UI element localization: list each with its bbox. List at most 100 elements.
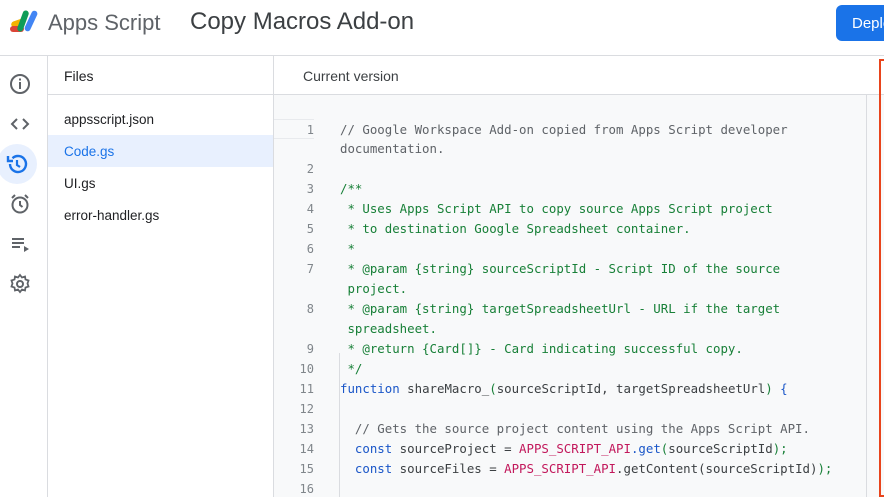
- line-number: 1: [306, 123, 314, 137]
- code-line: 6 *: [274, 239, 355, 259]
- code-line: 1 // Google Workspace Add-on copied from …: [274, 119, 788, 139]
- settings-icon[interactable]: [4, 268, 36, 300]
- code-line: 11 function shareMacro_(sourceScriptId, t…: [274, 379, 788, 399]
- code-token: * Uses Apps Script API to copy source Ap…: [340, 201, 773, 216]
- line-text: */: [340, 359, 362, 379]
- code-token: sourceFiles =: [392, 461, 505, 476]
- line-number: 7: [306, 262, 314, 276]
- line-text: *: [340, 239, 355, 259]
- code-line: 7 * @param {string} sourceScriptId - Scr…: [274, 259, 780, 279]
- code-token: shareMacro_: [399, 381, 490, 396]
- code-token: *: [340, 241, 355, 256]
- triggers-icon[interactable]: [4, 188, 36, 220]
- deploy-button[interactable]: Deploy: [836, 5, 884, 41]
- line-number: 11: [299, 382, 314, 396]
- code-line: documentation.: [274, 139, 444, 159]
- code-token: sourceScriptId, targetSpreadsheetUrl: [496, 381, 766, 396]
- code-token: // Gets the source project content using…: [340, 421, 810, 436]
- code-token: sourceProject =: [392, 441, 520, 456]
- line-text: documentation.: [340, 139, 444, 159]
- editor-icon[interactable]: [4, 108, 36, 140]
- line-text: function shareMacro_(sourceScriptId, tar…: [340, 379, 788, 399]
- line-text: // Google Workspace Add-on copied from A…: [340, 120, 788, 140]
- line-text: * Uses Apps Script API to copy source Ap…: [340, 199, 773, 219]
- code-token: function: [340, 381, 400, 396]
- line-text: spreadsheet.: [340, 319, 437, 339]
- version-panel: Current version 1 // Google Workspace Add…: [274, 56, 884, 497]
- code-token: documentation.: [340, 141, 445, 156]
- file-item[interactable]: appsscript.json: [48, 103, 273, 135]
- code-token: {: [772, 381, 788, 396]
- code-token: project.: [340, 281, 408, 296]
- code-line: 2: [274, 159, 314, 179]
- code-token: (: [489, 381, 497, 396]
- code-token: // Google Workspace Add-on copied from A…: [340, 122, 788, 137]
- history-icon[interactable]: [0, 144, 37, 184]
- line-number: 8: [306, 302, 314, 316]
- file-item[interactable]: error-handler.gs: [48, 199, 273, 231]
- apps-script-logo: [10, 10, 38, 32]
- code-token: );: [772, 441, 788, 456]
- line-text: const sourceFiles = APPS_SCRIPT_API.getC…: [340, 459, 832, 479]
- executions-icon[interactable]: [4, 228, 36, 260]
- line-number: 10: [299, 362, 314, 376]
- code-token: */: [340, 361, 363, 376]
- files-heading: Files: [48, 56, 273, 95]
- line-text: project.: [340, 279, 407, 299]
- line-number: 3: [306, 182, 314, 196]
- code-line: 4 * Uses Apps Script API to copy source …: [274, 199, 773, 219]
- line-number: 14: [299, 442, 314, 456]
- code-line: 8 * @param {string} targetSpreadsheetUrl…: [274, 299, 780, 319]
- line-number: 4: [306, 202, 314, 216]
- file-item[interactable]: Code.gs: [48, 135, 273, 167]
- code-line: 13 // Gets the source project content us…: [274, 419, 810, 439]
- code-token: * @param {string} sourceScriptId - Scrip…: [340, 261, 781, 276]
- top-bar: Apps Script Copy Macros Add-on Deploy: [0, 0, 884, 56]
- code-line: 3 /**: [274, 179, 363, 199]
- project-title[interactable]: Copy Macros Add-on: [190, 8, 414, 36]
- code-token: sourceScriptId: [668, 441, 773, 456]
- code-token: ): [765, 381, 773, 396]
- code-token: .getContent(sourceScriptId): [616, 461, 818, 476]
- side-rail: [0, 56, 48, 497]
- code-token: APPS_SCRIPT_API: [519, 441, 631, 456]
- highlight-box: [879, 59, 884, 497]
- code-token: );: [817, 461, 833, 476]
- line-text: // Gets the source project content using…: [340, 419, 810, 439]
- code-line: 15 const sourceFiles = APPS_SCRIPT_API.g…: [274, 459, 833, 479]
- scrollbar-track[interactable]: [866, 95, 867, 497]
- line-number: 16: [299, 482, 314, 496]
- code-line: 16: [274, 479, 314, 499]
- version-title: Current version: [274, 56, 884, 95]
- code-viewer[interactable]: 1 // Google Workspace Add-on copied from …: [274, 95, 884, 497]
- code-token: .get: [630, 441, 661, 456]
- overview-icon[interactable]: [4, 68, 36, 100]
- line-text: const sourceProject = APPS_SCRIPT_API.ge…: [340, 439, 788, 459]
- line-number: 5: [306, 222, 314, 236]
- app-name: Apps Script: [48, 10, 161, 35]
- line-number: 15: [299, 462, 314, 476]
- code-token: const: [340, 441, 393, 456]
- code-line: 9 * @return {Card[]} - Card indicating s…: [274, 339, 743, 359]
- code-token: spreadsheet.: [340, 321, 437, 336]
- code-token: APPS_SCRIPT_API: [504, 461, 617, 476]
- line-number: 2: [306, 162, 314, 176]
- file-item[interactable]: UI.gs: [48, 167, 273, 199]
- code-line: spreadsheet.: [274, 319, 437, 339]
- line-text: * to destination Google Spreadsheet cont…: [340, 219, 691, 239]
- code-token: const: [340, 461, 393, 476]
- code-line: 5 * to destination Google Spreadsheet co…: [274, 219, 691, 239]
- code-lines: 1 // Google Workspace Add-on copied from …: [274, 119, 833, 499]
- code-token: * @return {Card[]} - Card indicating suc…: [340, 341, 743, 356]
- line-text: * @return {Card[]} - Card indicating suc…: [340, 339, 743, 359]
- code-line: project.: [274, 279, 407, 299]
- code-token: /**: [340, 181, 363, 196]
- line-text: /**: [340, 179, 362, 199]
- line-number: 12: [299, 402, 314, 416]
- code-line: 14 const sourceProject = APPS_SCRIPT_API…: [274, 439, 788, 459]
- code-token: * to destination Google Spreadsheet cont…: [340, 221, 691, 236]
- line-text: * @param {string} targetSpreadsheetUrl -…: [340, 299, 780, 319]
- code-line: 10 */: [274, 359, 363, 379]
- files-panel: Files appsscript.json Code.gs UI.gs error-h…: [48, 56, 274, 497]
- code-line: 12: [274, 399, 314, 419]
